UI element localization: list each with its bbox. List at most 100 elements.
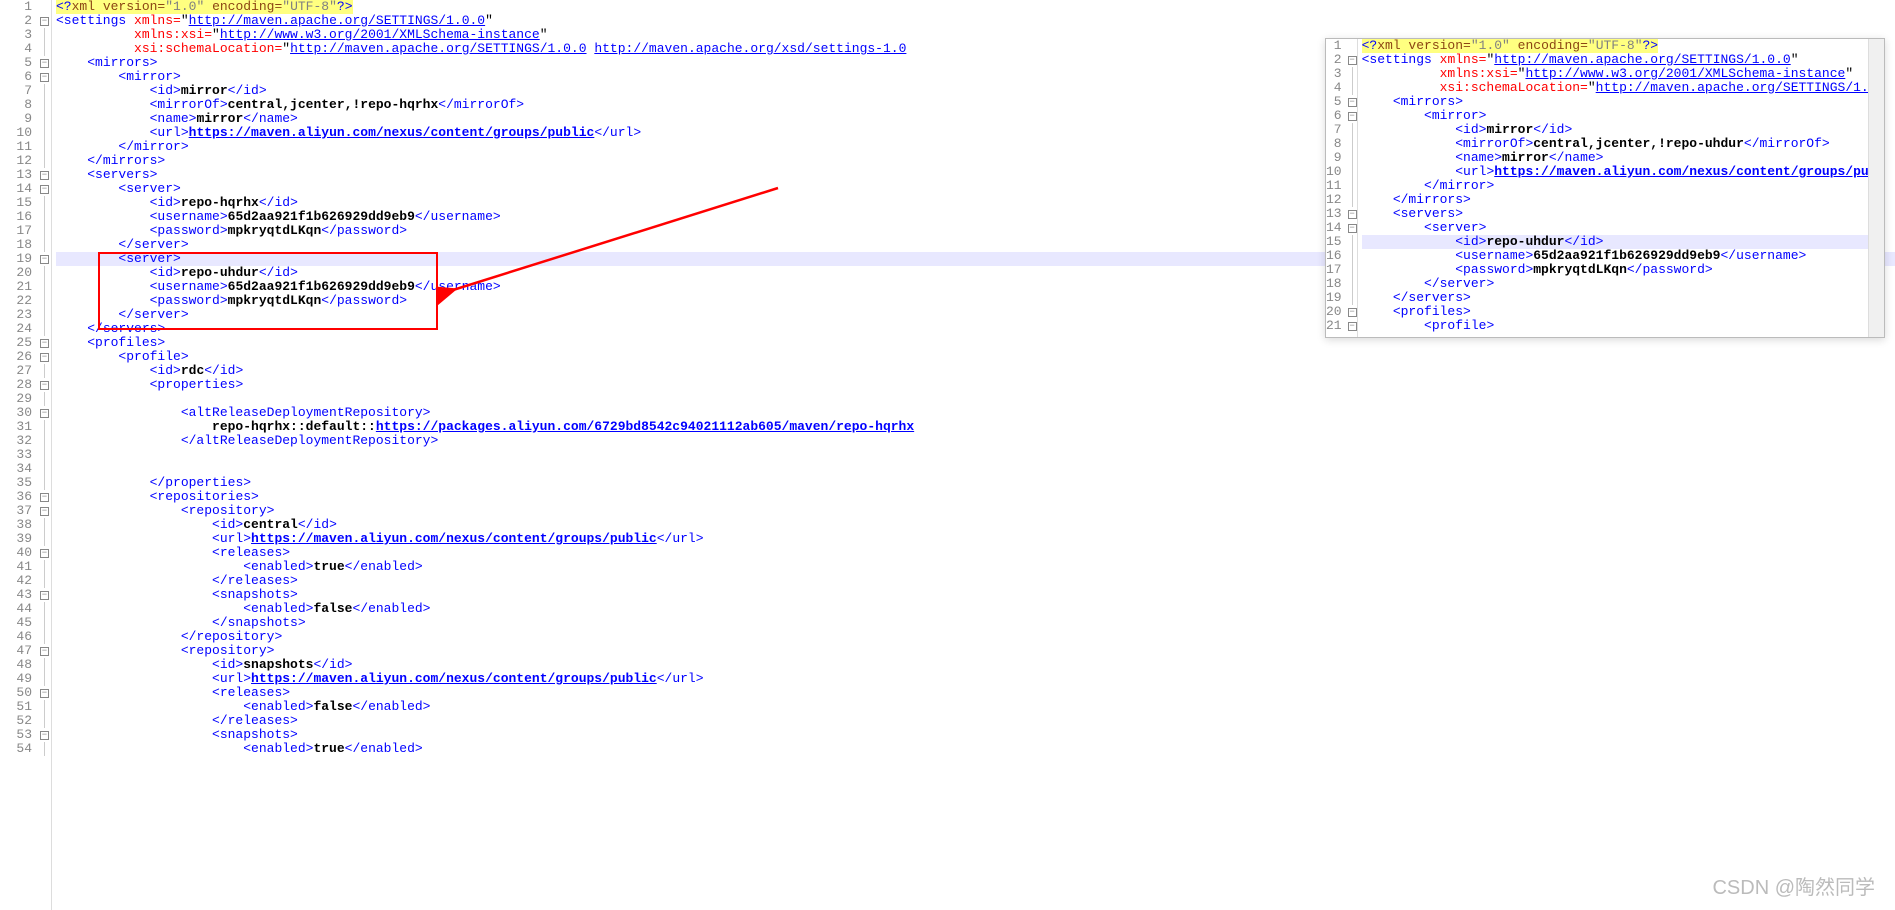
code-line[interactable]: <profile> <box>1362 319 1885 333</box>
fold-marker[interactable]: − <box>38 490 51 504</box>
fold-marker <box>38 560 51 574</box>
line-number: 13 <box>0 168 32 182</box>
code-line[interactable]: </altReleaseDeploymentRepository> <box>56 434 1895 448</box>
fold-marker[interactable]: − <box>1348 95 1357 109</box>
code-line[interactable]: </mirror> <box>1362 179 1885 193</box>
fold-marker[interactable]: − <box>1348 319 1357 333</box>
fold-marker[interactable]: − <box>1348 221 1357 235</box>
fold-marker[interactable]: − <box>38 182 51 196</box>
fold-gutter[interactable]: −−−−−−−−−−−−−−−−− <box>38 0 52 910</box>
code-line[interactable]: <releases> <box>56 546 1895 560</box>
code-line[interactable]: <settings xmlns="http://maven.apache.org… <box>1362 53 1885 67</box>
fold-marker <box>38 294 51 308</box>
fold-marker <box>38 518 51 532</box>
line-number: 1 <box>1326 39 1342 53</box>
fold-gutter[interactable]: −−−−−−− <box>1348 39 1358 337</box>
code-line[interactable]: <profiles> <box>56 336 1895 350</box>
code-line[interactable]: <enabled>true</enabled> <box>56 742 1895 756</box>
code-line[interactable]: </releases> <box>56 714 1895 728</box>
line-number: 3 <box>1326 67 1342 81</box>
fold-marker[interactable]: − <box>38 378 51 392</box>
fold-marker[interactable]: − <box>1348 53 1357 67</box>
fold-marker[interactable]: − <box>38 728 51 742</box>
code-line[interactable]: xmlns:xsi="http://www.w3.org/2001/XMLSch… <box>1362 67 1885 81</box>
line-number: 21 <box>1326 319 1342 333</box>
code-line[interactable]: <settings xmlns="http://maven.apache.org… <box>56 14 1895 28</box>
code-line[interactable]: xsi:schemaLocation="http://maven.apache.… <box>1362 81 1885 95</box>
fold-marker <box>1348 39 1357 53</box>
code-line[interactable] <box>56 462 1895 476</box>
code-line[interactable]: <name>mirror</name> <box>1362 151 1885 165</box>
code-line[interactable]: <id>snapshots</id> <box>56 658 1895 672</box>
fold-marker[interactable]: − <box>38 56 51 70</box>
fold-marker[interactable]: − <box>38 70 51 84</box>
code-line[interactable]: <releases> <box>56 686 1895 700</box>
code-line[interactable] <box>56 448 1895 462</box>
code-line[interactable]: <enabled>true</enabled> <box>56 560 1895 574</box>
fold-marker <box>1348 277 1357 291</box>
code-line[interactable]: <altReleaseDeploymentRepository> <box>56 406 1895 420</box>
code-line[interactable]: <mirrors> <box>1362 95 1885 109</box>
panel-code-editor[interactable]: 123456789101112131415161718192021−−−−−−−… <box>1326 39 1884 337</box>
fold-marker <box>38 224 51 238</box>
code-line[interactable] <box>56 392 1895 406</box>
line-number: 46 <box>0 630 32 644</box>
fold-marker[interactable]: − <box>38 588 51 602</box>
code-line[interactable]: <enabled>false</enabled> <box>56 700 1895 714</box>
code-line[interactable]: </snapshots> <box>56 616 1895 630</box>
code-line[interactable]: <enabled>false</enabled> <box>56 602 1895 616</box>
fold-marker <box>38 238 51 252</box>
fold-marker[interactable]: − <box>38 252 51 266</box>
code-line[interactable]: <profile> <box>56 350 1895 364</box>
code-area[interactable]: <?xml version="1.0" encoding="UTF-8"?><s… <box>1358 39 1885 337</box>
code-line[interactable]: </properties> <box>56 476 1895 490</box>
fold-marker[interactable]: − <box>1348 305 1357 319</box>
code-line[interactable]: <id>mirror</id> <box>1362 123 1885 137</box>
code-line[interactable]: <servers> <box>1362 207 1885 221</box>
code-line[interactable]: <snapshots> <box>56 728 1895 742</box>
panel-scrollbar[interactable] <box>1868 39 1884 337</box>
fold-marker[interactable]: − <box>38 168 51 182</box>
code-line[interactable]: </releases> <box>56 574 1895 588</box>
code-line[interactable]: <?xml version="1.0" encoding="UTF-8"?> <box>1362 39 1885 53</box>
code-line[interactable]: <username>65d2aa921f1b626929dd9eb9</user… <box>1362 249 1885 263</box>
line-number: 11 <box>1326 179 1342 193</box>
code-line[interactable]: <repository> <box>56 644 1895 658</box>
code-line[interactable]: <?xml version="1.0" encoding="UTF-8"?> <box>56 0 1895 14</box>
code-line[interactable]: </servers> <box>1362 291 1885 305</box>
code-line[interactable]: <url>https://maven.aliyun.com/nexus/cont… <box>56 672 1895 686</box>
code-line[interactable]: <properties> <box>56 378 1895 392</box>
fold-marker[interactable]: − <box>38 686 51 700</box>
code-line[interactable]: repo-hqrhx::default::https://packages.al… <box>56 420 1895 434</box>
code-line[interactable]: <repository> <box>56 504 1895 518</box>
code-line[interactable]: <snapshots> <box>56 588 1895 602</box>
fold-marker[interactable]: − <box>1348 207 1357 221</box>
code-line[interactable]: <url>https://maven.aliyun.com/nexus/cont… <box>56 532 1895 546</box>
line-number: 32 <box>0 434 32 448</box>
fold-marker[interactable]: − <box>38 546 51 560</box>
code-line[interactable]: <id>central</id> <box>56 518 1895 532</box>
line-number: 50 <box>0 686 32 700</box>
code-line[interactable]: <url>https://maven.aliyun.com/nexus/cont… <box>1362 165 1885 179</box>
fold-marker[interactable]: − <box>38 644 51 658</box>
fold-marker[interactable]: − <box>38 350 51 364</box>
code-line[interactable]: <id>rdc</id> <box>56 364 1895 378</box>
code-line[interactable]: <profiles> <box>1362 305 1885 319</box>
code-line[interactable]: <password>mpkryqtdLKqn</password> <box>1362 263 1885 277</box>
fold-marker[interactable]: − <box>1348 109 1357 123</box>
code-line[interactable]: <id>repo-uhdur</id> <box>1362 235 1885 249</box>
fold-marker[interactable]: − <box>38 336 51 350</box>
fold-marker[interactable]: − <box>38 14 51 28</box>
code-line[interactable]: </mirrors> <box>1362 193 1885 207</box>
code-line[interactable]: <mirror> <box>1362 109 1885 123</box>
fold-marker <box>38 742 51 756</box>
code-line[interactable]: </repository> <box>56 630 1895 644</box>
code-line[interactable]: <repositories> <box>56 490 1895 504</box>
code-line[interactable]: <mirrorOf>central,jcenter,!repo-uhdur</m… <box>1362 137 1885 151</box>
comparison-panel[interactable]: 123456789101112131415161718192021−−−−−−−… <box>1325 38 1885 338</box>
fold-marker[interactable]: − <box>38 504 51 518</box>
fold-marker[interactable]: − <box>38 406 51 420</box>
fold-marker <box>38 364 51 378</box>
code-line[interactable]: </server> <box>1362 277 1885 291</box>
code-line[interactable]: <server> <box>1362 221 1885 235</box>
